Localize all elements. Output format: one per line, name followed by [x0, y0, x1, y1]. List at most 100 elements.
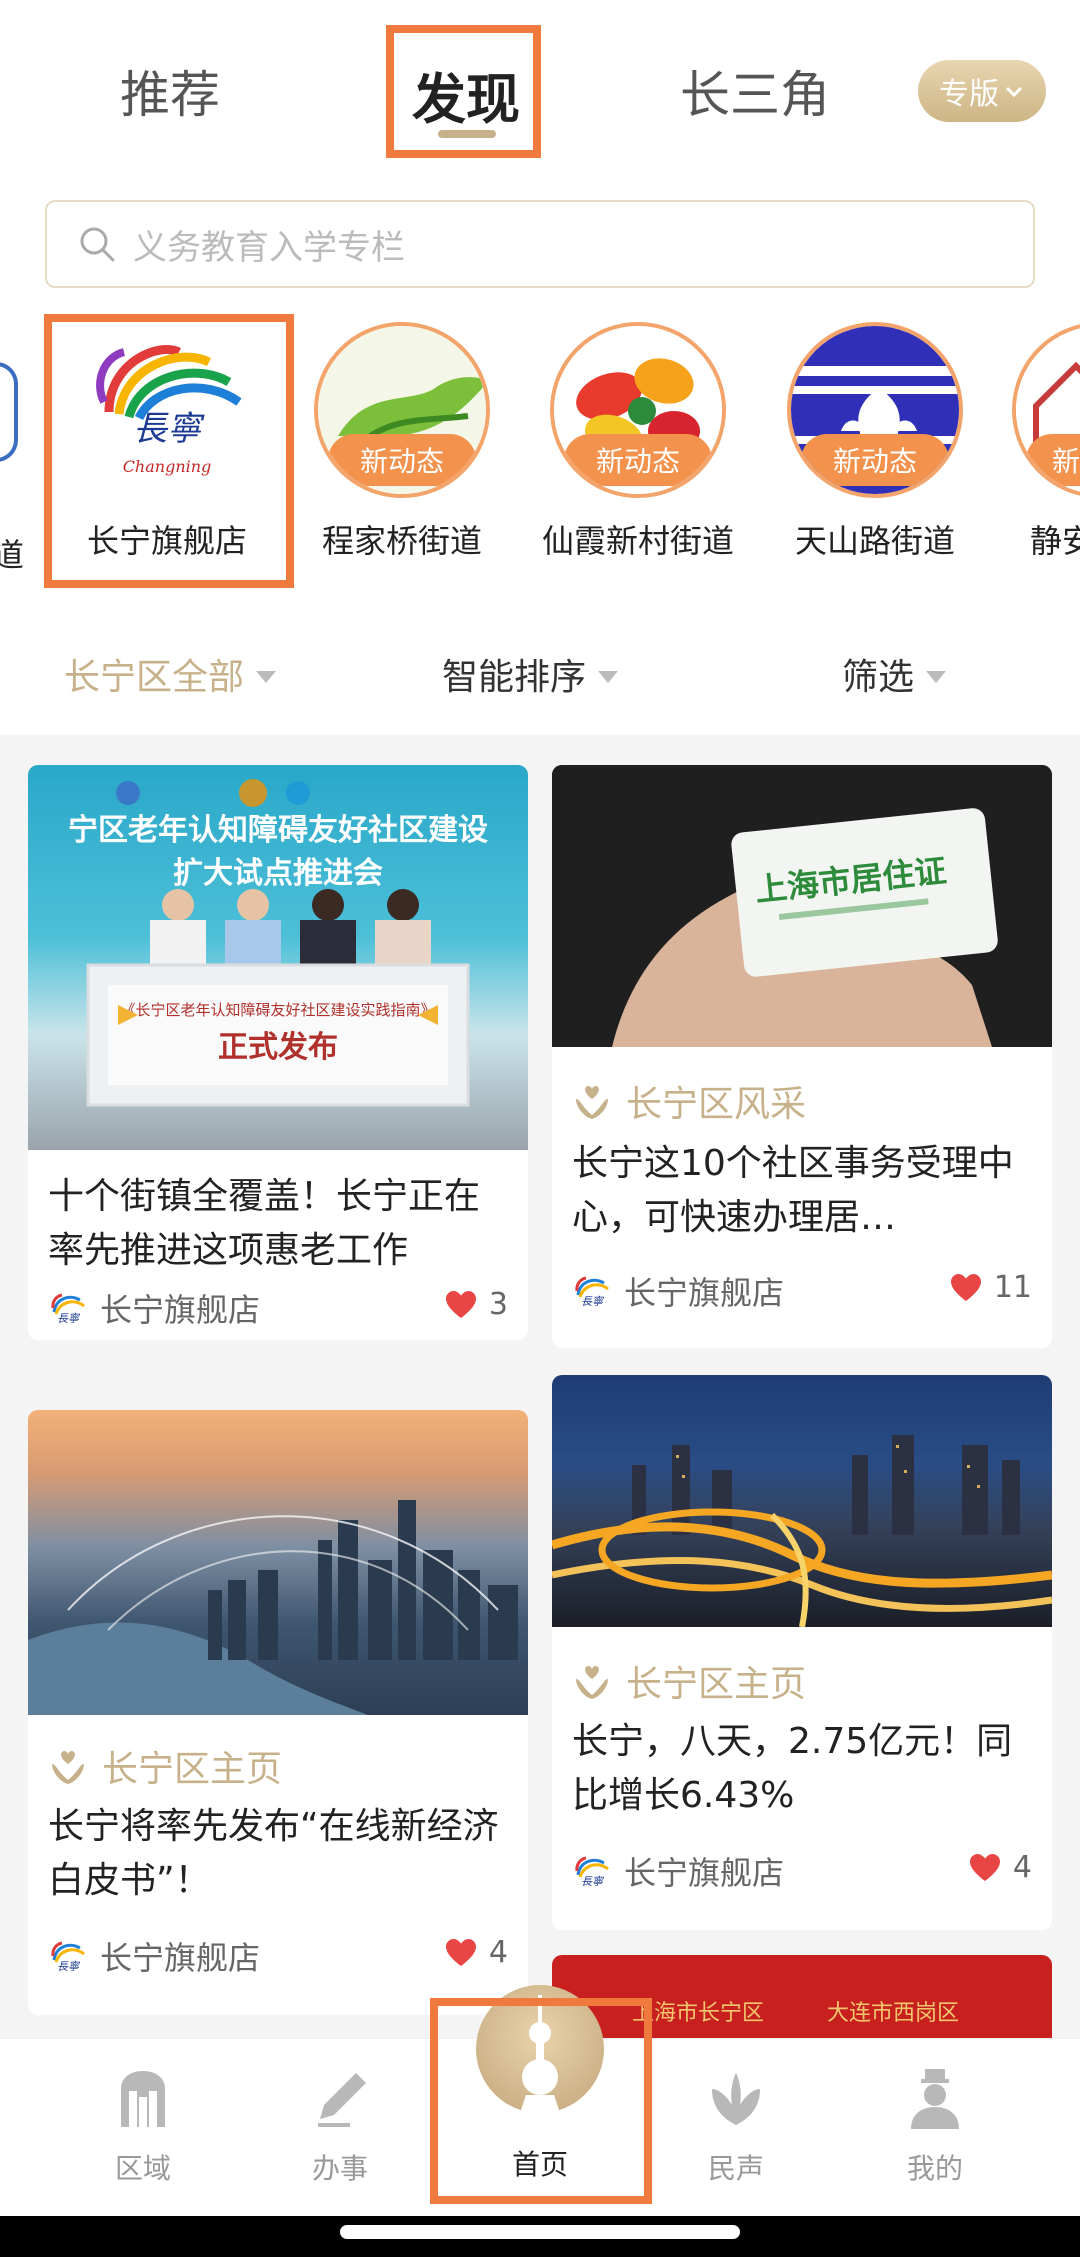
partial-store-name: 道 [0, 536, 25, 574]
edition-label: 专版 [939, 77, 999, 112]
card-author[interactable]: 長寧 长宁旗舰店 [572, 1848, 784, 1894]
feed-card[interactable]: 长宁区主页 长宁将率先发布“在线新经济白皮书”！ 長寧 长宁旗舰店 4 [28, 1410, 528, 2015]
changning-logo-icon: 長寧 [575, 1276, 609, 1308]
card-image: 上海市居住证 [552, 765, 1052, 1047]
heart-icon [445, 1290, 476, 1318]
svg-text:長寧: 長寧 [57, 1960, 81, 1973]
new-activity-badge: 新动态 [564, 434, 712, 486]
image-headline: 宁区老年认知障碍友好社区建设 [68, 813, 488, 848]
card-title: 长宁，八天，2.75亿元！同比增长6.43% [572, 1721, 1013, 1816]
nav-label: 办事 [311, 2152, 368, 2185]
card-image [28, 1410, 528, 1715]
card-category: 长宁区风采 [572, 1075, 806, 1127]
category-label: 长宁区风采 [626, 1084, 807, 1125]
card-author[interactable]: 長寧 长宁旗舰店 [48, 1933, 260, 1979]
edition-dropdown[interactable]: 专版 [918, 60, 1046, 122]
heart-icon [969, 1853, 1000, 1881]
highlight-discover-tab [386, 25, 541, 158]
card-image: 宁区老年认知障碍友好社区建设 扩大试点推进会 《长宁区老年认知障碍友好社区建设实… [28, 765, 528, 1150]
store-logo: 新 [1012, 322, 1080, 498]
feed-card[interactable]: 长宁区主页 长宁，八天，2.75亿元！同比增长6.43% 長寧 长宁旗舰店 4 [552, 1375, 1052, 1930]
new-activity-badge: 新 [1026, 434, 1080, 486]
filter-bar: 长宁区全部 智能排序 筛选 [0, 640, 1080, 710]
building-icon [121, 2071, 165, 2127]
like-count: 3 [488, 1287, 508, 1322]
highlight-flagship-store [44, 314, 294, 588]
category-label: 长宁区主页 [626, 1664, 807, 1705]
search-bar[interactable]: 义务教育入学专栏 [45, 200, 1035, 288]
caret-down-icon [926, 671, 947, 683]
svg-text:長寧: 長寧 [581, 1295, 605, 1308]
filter-screen[interactable]: 筛选 [842, 648, 947, 700]
new-activity-badge: 新动态 [328, 434, 476, 486]
card-category: 长宁区主页 [572, 1655, 806, 1707]
caret-down-icon [598, 671, 619, 683]
home-indicator[interactable] [340, 2225, 740, 2239]
heart-hands-icon [576, 1665, 608, 1699]
nav-services[interactable]: 办事 [275, 2067, 405, 2187]
highlight-home-button [430, 1998, 652, 2204]
store-chengjiaqiao[interactable]: 新动态 程家桥街道 [302, 322, 502, 562]
like-button[interactable]: 4 [445, 1935, 508, 1970]
card-category: 长宁区主页 [48, 1740, 282, 1792]
nav-label: 区域 [114, 2152, 171, 2185]
nav-public-voice[interactable]: 民声 [671, 2067, 801, 2187]
image-subheadline: 扩大试点推进会 [173, 856, 383, 891]
store-logo: 新动态 [787, 322, 963, 498]
store-logo: 新动态 [314, 322, 490, 498]
author-name: 长宁旗舰店 [624, 1274, 785, 1312]
new-activity-badge: 新动态 [801, 434, 949, 486]
nav-label: 民声 [707, 2152, 764, 2185]
store-logo: 新动态 [550, 322, 726, 498]
feed-card[interactable]: 宁区老年认知障碍友好社区建设 扩大试点推进会 《长宁区老年认知障碍友好社区建设实… [28, 765, 528, 1340]
card-image-text: 大连市西岗区 [827, 2001, 960, 2026]
author-name: 长宁旗舰店 [100, 1291, 261, 1329]
changning-logo-icon: 長寧 [575, 1856, 609, 1888]
store-jingan[interactable]: 新 静安 [1012, 322, 1080, 562]
person-icon [911, 2069, 959, 2129]
card-title: 十个街镇全覆盖！长宁正在率先推进这项惠老工作 [48, 1176, 481, 1271]
store-xianxia[interactable]: 新动态 仙霞新村街道 [538, 322, 738, 562]
changning-logo-icon: 長寧 [51, 1941, 85, 1973]
chevron-down-icon [1005, 86, 1023, 98]
partial-store-logo[interactable] [0, 362, 18, 462]
like-button[interactable]: 11 [950, 1270, 1032, 1305]
store-tianshanlu[interactable]: 新动态 天山路街道 [775, 322, 975, 562]
top-section: 推荐 发现 长三角 专版 义务教育入学专栏 道 長寧 Changning 长宁旗… [0, 0, 1080, 735]
podium-caption: 《长宁区老年认知障碍友好社区建设实践指南》 [120, 1001, 435, 1019]
card-image [552, 1375, 1052, 1628]
pen-icon [318, 2073, 366, 2127]
author-name: 长宁旗舰店 [100, 1939, 261, 1977]
nav-region[interactable]: 区域 [78, 2067, 208, 2187]
heart-icon [950, 1273, 981, 1301]
like-count: 4 [1012, 1850, 1032, 1885]
tab-recommend[interactable]: 推荐 [120, 55, 220, 127]
filter-sort[interactable]: 智能排序 [442, 648, 619, 700]
card-title: 长宁这10个社区事务受理中心，可快速办理居… [572, 1143, 1014, 1238]
svg-text:長寧: 長寧 [581, 1875, 605, 1888]
filter-district-label: 长宁区全部 [64, 657, 245, 698]
filter-district[interactable]: 长宁区全部 [64, 648, 277, 700]
store-name: 仙霞新村街道 [541, 522, 734, 560]
nav-mine[interactable]: 我的 [870, 2067, 1000, 2187]
like-button[interactable]: 3 [445, 1287, 508, 1322]
feed-card[interactable]: 上海市居住证 长宁区风采 长宁这10个社区事务受理中心，可快速办理居… 長寧 长… [552, 765, 1052, 1348]
store-name: 程家桥街道 [321, 522, 482, 560]
heart-hands-icon [576, 1085, 608, 1119]
hands-icon [712, 2073, 760, 2125]
tab-yangtze-delta[interactable]: 长三角 [680, 55, 830, 127]
app-screen: { "tabs": [ {"label": "推荐"}, {"label": "… [0, 0, 1080, 2257]
like-button[interactable]: 4 [969, 1850, 1032, 1885]
search-placeholder: 义务教育入学专栏 [133, 227, 405, 268]
filter-screen-label: 筛选 [842, 657, 915, 698]
card-author[interactable]: 長寧 长宁旗舰店 [48, 1285, 260, 1331]
card-author[interactable]: 長寧 长宁旗舰店 [572, 1268, 784, 1314]
author-name: 长宁旗舰店 [624, 1854, 785, 1892]
nav-label: 我的 [906, 2152, 963, 2185]
caret-down-icon [256, 671, 277, 683]
store-name: 天山路街道 [794, 522, 955, 560]
heart-icon [445, 1938, 476, 1966]
filter-sort-label: 智能排序 [442, 657, 587, 698]
svg-text:長寧: 長寧 [57, 1312, 81, 1325]
heart-hands-icon [52, 1750, 84, 1784]
